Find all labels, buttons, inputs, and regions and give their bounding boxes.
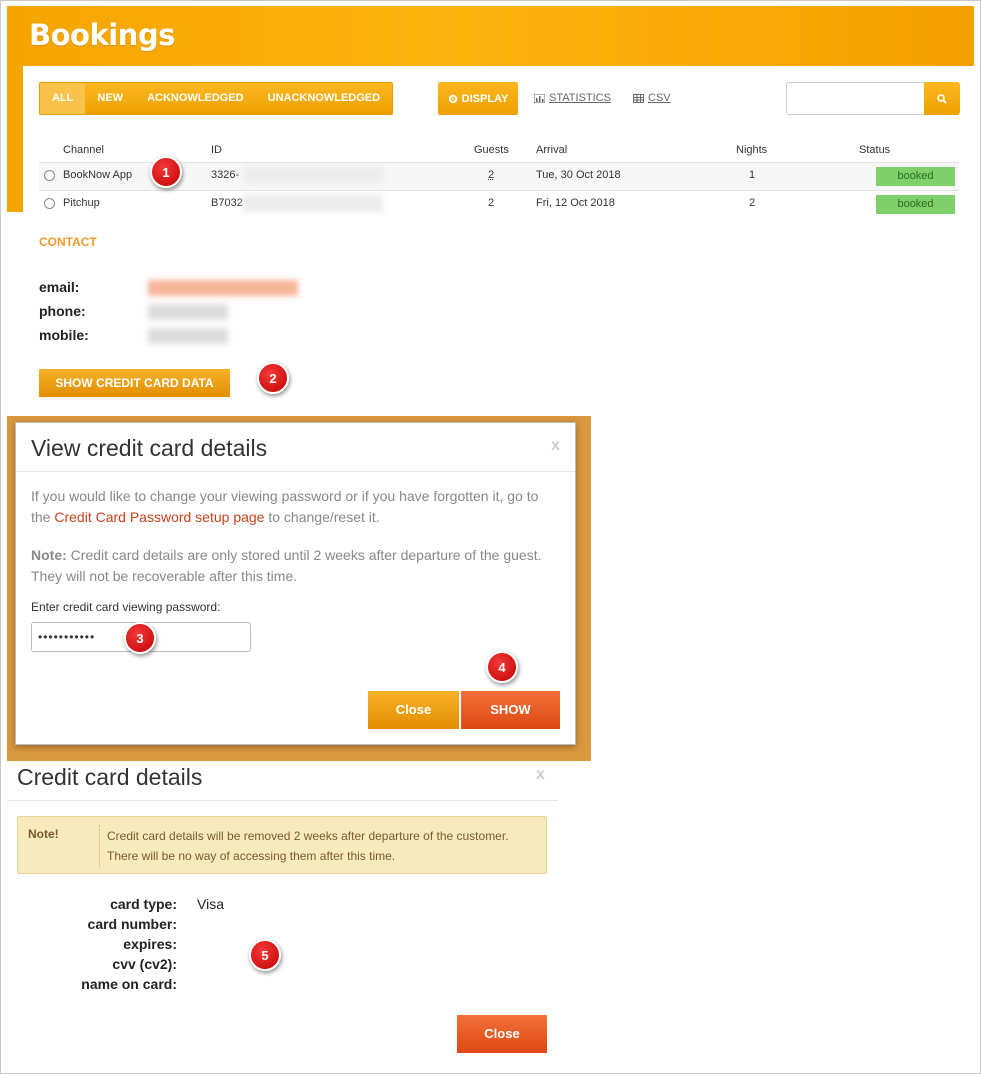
display-label: DISPLAY [461,92,509,105]
cc-close-icon[interactable]: x [536,766,545,784]
contact-title: CONTACT [39,235,97,249]
redacted-id [243,166,383,184]
step-badge-2: 2 [257,362,289,394]
row-radio[interactable] [44,198,55,209]
password-setup-link[interactable]: Credit Card Password setup page [54,509,264,525]
card-type-value: Visa [197,896,224,912]
statistics-label: STATISTICS [549,92,611,104]
step-badge-5: 5 [249,939,281,971]
step-badge-1: 1 [150,156,182,188]
cell-guests: 2 [488,197,495,209]
redacted-email [148,280,298,296]
close-button[interactable]: Close [368,691,459,729]
column-header-channel[interactable]: Channel [63,144,104,156]
status-badge: booked [876,167,955,186]
password-label: Enter credit card viewing password: [31,600,221,614]
tab-new[interactable]: NEW [85,83,135,114]
mobile-label: mobile: [39,327,89,343]
show-button[interactable]: SHOW [461,691,560,729]
cc-close-button[interactable]: Close [457,1015,547,1053]
phone-label: phone: [39,303,86,319]
header-decoration [7,60,23,212]
cell-channel: Pitchup [63,197,100,209]
password-modal: View credit card details x If you would … [15,422,576,745]
modal-divider [16,471,575,472]
note-text: Credit card details will be removed 2 we… [107,829,509,863]
cc-details-title: Credit card details [17,764,203,790]
redacted-phone [148,304,228,320]
cell-id: B7032 [211,197,243,209]
card-type-label: card type: [110,896,177,912]
column-header-nights[interactable]: Nights [736,144,767,156]
cell-guests[interactable]: 2 [488,169,494,181]
display-button[interactable]: DISPLAY [438,82,518,115]
cvv-label: cvv (cv2): [112,956,177,972]
filter-tabs: ALL NEW ACKNOWLEDGED UNACKNOWLEDGED [39,82,394,115]
show-credit-card-button[interactable]: SHOW CREDIT CARD DATA [39,369,230,397]
table-row[interactable]: Pitchup B7032 2 Fri, 12 Oct 2018 2 booke… [39,190,959,218]
step-badge-3: 3 [124,622,156,654]
column-header-id[interactable]: ID [211,144,222,156]
redacted-mobile [148,328,228,344]
csv-link[interactable]: CSV [633,92,671,104]
modal-close-icon[interactable]: x [551,437,560,455]
cell-channel: BookNow App [63,169,133,181]
gear-icon [448,94,457,103]
tab-unacknowledged[interactable]: UNACKNOWLEDGED [256,83,392,114]
cc-note-box: Note! Credit card details will be remove… [17,816,547,874]
status-badge: booked [876,195,955,214]
modal-note: Note: Credit card details are only store… [31,545,551,587]
search-input[interactable] [786,82,925,115]
cell-id: 3326- [211,169,240,181]
table-icon [633,93,644,103]
note-text: Credit card details are only stored unti… [31,547,542,584]
note-bold: Note: [31,547,67,563]
bar-chart-icon [534,93,545,103]
tab-all[interactable]: ALL [40,83,86,114]
modal-instructions: If you would like to change your viewing… [31,486,551,528]
cc-divider [7,800,558,801]
search-button[interactable] [924,82,960,115]
step-badge-4: 4 [486,651,518,683]
statistics-link[interactable]: STATISTICS [534,92,611,104]
note-label: Note! [28,827,59,841]
instructions-text-end: to change/reset it. [264,509,380,525]
page-header: Bookings [7,6,974,66]
row-radio[interactable] [44,170,55,181]
expires-label: expires: [123,936,177,952]
search-icon [937,93,947,104]
card-number-label: card number: [87,916,177,932]
cell-arrival: Tue, 30 Oct 2018 [536,169,621,181]
cell-nights: 2 [749,197,756,209]
redacted-id [243,194,383,212]
email-label: email: [39,279,80,295]
modal-title: View credit card details [31,435,268,461]
tab-acknowledged[interactable]: ACKNOWLEDGED [135,83,256,114]
csv-label: CSV [648,92,671,104]
column-header-status[interactable]: Status [859,144,890,156]
page-title: Bookings [29,18,175,52]
name-on-card-label: name on card: [81,976,177,992]
cell-nights: 1 [749,169,756,181]
column-header-arrival[interactable]: Arrival [536,144,567,156]
note-divider [99,825,100,867]
cell-arrival: Fri, 12 Oct 2018 [536,197,615,209]
column-header-guests[interactable]: Guests [474,144,509,156]
